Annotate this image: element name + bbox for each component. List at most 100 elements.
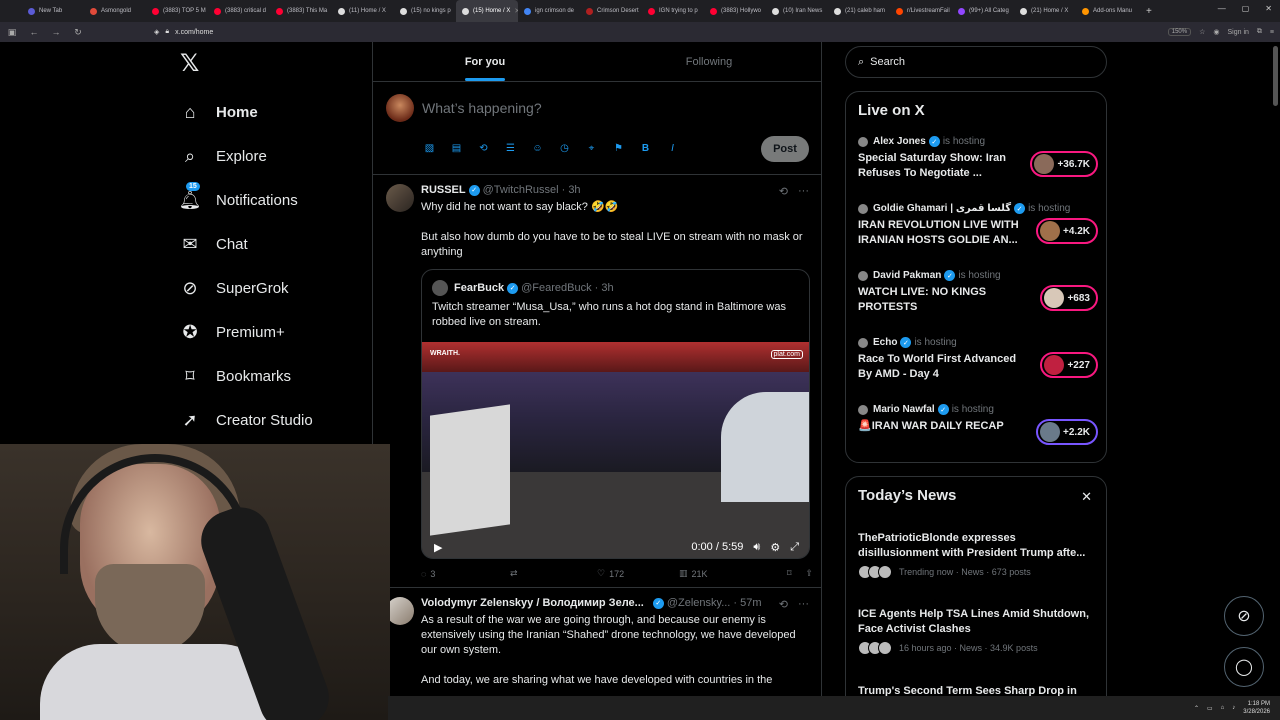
nav-item-bookmarks[interactable]: ⌑ Bookmarks <box>180 354 313 398</box>
author-handle[interactable]: @Zelensky... <box>667 597 731 609</box>
menu-icon[interactable]: ≡ <box>1270 29 1274 36</box>
video-player[interactable]: WRAITH. plat.com ▶ 0:00 / 5:59 🔊︎ ⚙ ⤢ <box>422 342 809 558</box>
live-item[interactable]: Goldie Ghamari | گلسا قمری ✓ is hosting IRA… <box>858 203 1098 265</box>
tweet[interactable]: RUSSEL ✓ @TwitchRussel · 3h ⟲ ··· Why di… <box>373 175 821 588</box>
browser-tab[interactable]: (21) caleb ham <box>828 0 890 22</box>
flag-icon[interactable]: ⚑ <box>612 142 625 155</box>
nav-item-supergrok[interactable]: ⊘ SuperGrok <box>180 266 313 310</box>
user-avatar[interactable] <box>386 94 414 122</box>
speaker-icon[interactable]: ♪ <box>1232 705 1235 711</box>
nav-item-creator-studio[interactable]: ➚ Creator Studio <box>180 398 312 442</box>
forward-icon[interactable]: → <box>50 27 62 37</box>
gif-icon[interactable]: ▤ <box>450 142 463 155</box>
tab-for-you[interactable]: For you <box>373 42 597 81</box>
tweet-time[interactable]: · 57m <box>733 597 761 609</box>
tab-following[interactable]: Following <box>597 42 821 81</box>
browser-tab[interactable]: Crimson Desert <box>580 0 642 22</box>
browser-tab[interactable]: r/LivestreamFail <box>890 0 952 22</box>
live-listener-pill[interactable]: +683 <box>1040 285 1098 311</box>
bookmark-icon[interactable]: ⌑ <box>787 568 792 579</box>
signin-link[interactable]: Sign in <box>1228 29 1249 36</box>
live-item[interactable]: Mario Nawfal ✓ is hosting 🚨IRAN WAR DAILY R… <box>858 404 1098 466</box>
browser-tab[interactable]: (15) no kings p <box>394 0 456 22</box>
more-icon[interactable]: ··· <box>798 598 809 611</box>
page-scrollbar[interactable] <box>1273 46 1278 106</box>
live-item[interactable]: Echo ✓ is hosting Race To World First Advan… <box>858 337 1098 399</box>
live-listener-pill[interactable]: +4.2K <box>1036 218 1098 244</box>
emoji-icon[interactable]: ☺ <box>531 142 544 155</box>
repost-button[interactable]: ⇄ <box>510 568 597 579</box>
reply-button[interactable]: ◌ 3 <box>421 568 510 579</box>
browser-tab[interactable]: (99+) All Categ <box>952 0 1014 22</box>
tweet-avatar[interactable] <box>386 184 414 212</box>
browser-tab[interactable]: Asmongold <box>84 0 146 22</box>
maximize-icon[interactable]: ▢ <box>1242 4 1250 13</box>
browser-tab[interactable]: (21) Home / X <box>1014 0 1076 22</box>
live-listener-pill[interactable]: +2.2K <box>1036 419 1098 445</box>
live-listener-pill[interactable]: +36.7K <box>1030 151 1098 177</box>
location-icon[interactable]: ⌖ <box>585 142 598 155</box>
volume-icon[interactable]: 🔊︎ <box>753 541 760 554</box>
bold-icon[interactable]: B <box>639 142 652 155</box>
nav-item-premium[interactable]: ✪ Premium+ <box>180 310 313 354</box>
browser-tab[interactable]: ign crimson de <box>518 0 580 22</box>
chat-fab-button[interactable]: ◯ <box>1224 647 1264 687</box>
grok-icon[interactable]: ⟲ <box>779 185 788 198</box>
x-logo[interactable]: 𝕏 <box>180 52 202 76</box>
close-icon[interactable]: ✕ <box>1081 489 1092 505</box>
sidebar-toggle-icon[interactable]: ▣ <box>6 27 18 38</box>
views-button[interactable]: ▥ 21K <box>679 568 774 579</box>
close-window-icon[interactable]: ✕ <box>1265 4 1272 13</box>
like-button[interactable]: ♡ 172 <box>597 568 679 579</box>
back-icon[interactable]: ← <box>28 27 40 37</box>
address-bar[interactable]: ◈ 🔒︎ x.com/home <box>154 24 1134 40</box>
post-button[interactable]: Post <box>761 136 809 162</box>
tray-chevron-icon[interactable]: ⌃ <box>1194 705 1199 712</box>
tweet-time[interactable]: · 3h <box>562 184 581 196</box>
extensions-icon[interactable]: ⧉ <box>1257 28 1262 36</box>
poll-icon[interactable]: ☰ <box>504 142 517 155</box>
share-icon[interactable]: ⇪ <box>805 568 813 579</box>
browser-tab[interactable]: (3883) critical d <box>208 0 270 22</box>
browser-tab[interactable]: (15) Home / X ✕ <box>456 0 518 22</box>
browser-tab[interactable]: IGN trying to p <box>642 0 704 22</box>
reload-icon[interactable]: ↻ <box>72 27 84 38</box>
browser-tab[interactable]: New Tab <box>22 0 84 22</box>
nav-item-home[interactable]: ⌂ Home <box>180 90 313 134</box>
bookmark-star-icon[interactable]: ☆ <box>1199 28 1205 36</box>
author-name[interactable]: RUSSEL <box>421 184 466 196</box>
account-icon[interactable]: ◉ <box>1213 28 1219 36</box>
tweet-avatar[interactable] <box>386 597 414 625</box>
media-icon[interactable]: ▧ <box>423 142 436 155</box>
taskbar-clock[interactable]: 1:18 PM 3/28/2026 <box>1243 700 1270 716</box>
search-input[interactable]: ⌕ Search <box>845 46 1107 78</box>
browser-tab[interactable]: Add-ons Manu <box>1076 0 1138 22</box>
more-icon[interactable]: ··· <box>798 185 809 198</box>
browser-tab[interactable]: (10) Iran News <box>766 0 828 22</box>
nav-item-chat[interactable]: ✉ Chat <box>180 222 313 266</box>
monitor-icon[interactable]: ▭ <box>1207 705 1213 712</box>
live-listener-pill[interactable]: +227 <box>1040 352 1098 378</box>
grok-fab-button[interactable]: ⊘ <box>1224 596 1264 636</box>
grok-icon[interactable]: ⟲ <box>477 142 490 155</box>
news-item[interactable]: ICE Agents Help TSA Lines Amid Shutdown,… <box>858 607 1098 655</box>
network-icon[interactable]: ⌂ <box>1221 705 1225 711</box>
schedule-icon[interactable]: ◷ <box>558 142 571 155</box>
quoted-tweet[interactable]: FearBuck ✓ @FearedBuck · 3h Twitch strea… <box>421 269 810 559</box>
nav-item-notifications[interactable]: 🔔︎ Notifications 15 <box>179 178 313 222</box>
new-tab-button[interactable]: + <box>1138 6 1160 17</box>
live-item[interactable]: Alex Jones ✓ is hosting Special Saturday Sh… <box>858 136 1098 198</box>
browser-tab[interactable]: (3883) This Ma <box>270 0 332 22</box>
italic-icon[interactable]: I <box>666 142 679 155</box>
minimize-icon[interactable]: — <box>1218 4 1226 13</box>
settings-icon[interactable]: ⚙ <box>770 541 780 554</box>
tweet[interactable]: Volodymyr Zelenskyy / Володимир Зеле... … <box>373 588 821 708</box>
news-item[interactable]: ThePatrioticBlonde expresses disillusion… <box>858 531 1098 579</box>
zoom-level[interactable]: 150% <box>1167 28 1192 36</box>
compose-input[interactable]: What’s happening? <box>422 100 542 116</box>
browser-tab[interactable]: (11) Home / X <box>332 0 394 22</box>
author-name[interactable]: Volodymyr Zelenskyy / Володимир Зеле... <box>421 597 644 609</box>
browser-tab[interactable]: (3883) TOP 5 M <box>146 0 208 22</box>
author-handle[interactable]: @TwitchRussel <box>483 184 559 196</box>
fullscreen-icon[interactable]: ⤢ <box>790 541 799 554</box>
